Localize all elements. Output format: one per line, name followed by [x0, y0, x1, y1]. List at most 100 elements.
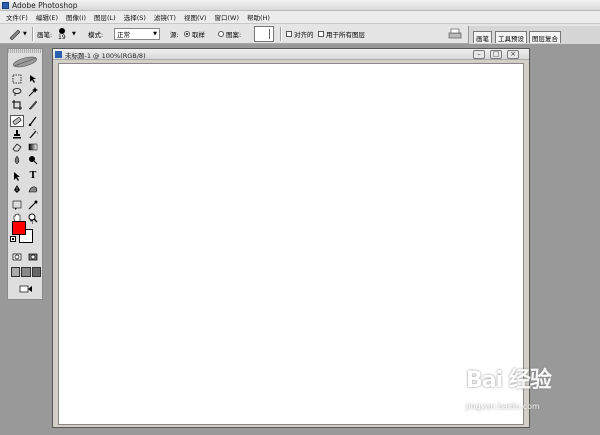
lasso-tool[interactable]	[10, 86, 24, 98]
eyedropper-tool[interactable]	[26, 199, 40, 211]
slice-tool[interactable]	[26, 99, 40, 111]
default-colors-icon[interactable]	[10, 236, 16, 242]
menu-edit[interactable]: 编辑(E)	[32, 12, 62, 22]
source-sampled-radio[interactable]: 取样	[184, 24, 205, 44]
path-arrow-icon	[14, 172, 20, 181]
menu-help[interactable]: 帮助(H)	[243, 12, 274, 22]
menu-file[interactable]: 文件(F)	[2, 12, 32, 22]
quick-mask-button[interactable]	[26, 251, 40, 263]
palette-tab-tool-presets[interactable]: 工具预设	[495, 31, 527, 43]
source-sampled-label: 取样	[192, 31, 205, 39]
document-title: 未标题-1 @ 100%(RGB/8)	[65, 52, 146, 60]
slice-knife-icon	[28, 100, 38, 110]
checkbox-box	[286, 31, 292, 37]
standard-mode-button[interactable]	[10, 251, 24, 263]
source-pattern-radio[interactable]: 图案:	[218, 24, 241, 44]
close-button[interactable]: ×	[507, 50, 519, 59]
toolbox-grip[interactable]	[8, 49, 42, 53]
menu-image[interactable]: 图像(I)	[62, 12, 90, 22]
quick-mask-icon	[28, 253, 38, 261]
minimize-button[interactable]: –	[473, 50, 485, 59]
foreground-color-swatch[interactable]	[12, 221, 26, 235]
title-bar: Adobe Photoshop	[0, 0, 600, 11]
pattern-picker[interactable]	[254, 26, 274, 42]
mode-select[interactable]: 正常 ▼	[114, 28, 160, 40]
imageready-icon	[19, 285, 32, 293]
blur-tool[interactable]	[10, 154, 24, 166]
aligned-label: 对齐的	[294, 31, 314, 39]
move-arrow-icon	[30, 75, 36, 83]
history-brush-icon	[29, 129, 38, 139]
brush-label: 画笔:	[37, 31, 53, 39]
paintbrush-icon	[28, 116, 37, 126]
eraser-icon	[12, 143, 22, 152]
all-layers-checkbox[interactable]: 用于所有图层	[318, 24, 365, 44]
aligned-checkbox[interactable]: 对齐的	[286, 24, 314, 44]
menu-bar: 文件(F) 编辑(E) 图像(I) 图层(L) 选择(S) 滤镜(T) 视图(V…	[0, 11, 600, 24]
dropdown-arrow-icon: ▼	[23, 31, 27, 37]
options-separator	[280, 27, 281, 41]
brush-picker[interactable]: 19	[58, 24, 66, 44]
shape-tool[interactable]	[26, 183, 40, 195]
magic-wand-tool[interactable]	[26, 86, 40, 98]
radio-indicator	[218, 31, 224, 37]
healing-brush-tool[interactable]	[10, 115, 24, 127]
screen-mode-group	[11, 267, 41, 277]
menu-select[interactable]: 选择(S)	[120, 12, 150, 22]
jump-to-imageready-button[interactable]	[17, 283, 35, 295]
document-window: 未标题-1 @ 100%(RGB/8) – □ ×	[52, 48, 530, 428]
magic-wand-icon	[28, 87, 38, 97]
watermark-url: jingyan.baidu.com	[466, 402, 540, 411]
document-icon	[55, 51, 62, 58]
water-drop-icon	[14, 155, 20, 165]
maximize-button[interactable]: □	[490, 50, 502, 59]
dodge-tool[interactable]	[26, 154, 40, 166]
brush-tool[interactable]	[26, 115, 40, 127]
path-selection-tool[interactable]	[10, 170, 24, 182]
history-brush-tool[interactable]	[26, 128, 40, 140]
file-browser-button[interactable]	[448, 24, 462, 44]
menu-view[interactable]: 视图(V)	[180, 12, 211, 22]
image-canvas[interactable]	[58, 63, 524, 425]
eraser-tool[interactable]	[10, 141, 24, 153]
notes-tool[interactable]	[10, 199, 24, 211]
toolbox: T ↰	[7, 48, 43, 300]
eyedropper-icon	[28, 200, 38, 210]
photoshop-app-icon	[2, 2, 9, 9]
marquee-tool[interactable]	[10, 73, 24, 85]
clone-stamp-tool[interactable]	[10, 128, 24, 140]
brush-size-value: 19	[58, 33, 66, 41]
radio-selected-indicator	[184, 31, 190, 37]
custom-shape-icon	[28, 186, 38, 193]
crop-tool[interactable]	[10, 99, 24, 111]
tool-preset-picker[interactable]: ▼	[8, 24, 27, 44]
palette-tab-brushes[interactable]: 画笔	[473, 31, 492, 43]
feather-logo-icon[interactable]	[11, 55, 39, 69]
screen-mode-full-menu-icon[interactable]	[21, 267, 31, 277]
menu-filter[interactable]: 滤镜(T)	[150, 12, 180, 22]
type-t-icon: T	[29, 171, 37, 181]
marquee-icon	[12, 74, 22, 84]
palette-well: 画笔 工具预设 图层复合	[468, 26, 600, 44]
type-tool[interactable]: T	[26, 170, 40, 182]
move-tool[interactable]	[26, 73, 40, 85]
dodge-icon	[29, 156, 38, 165]
menu-window[interactable]: 窗口(W)	[210, 12, 243, 22]
document-title-bar[interactable]: 未标题-1 @ 100%(RGB/8) – □ ×	[53, 49, 529, 60]
menu-layer[interactable]: 图层(L)	[90, 12, 120, 22]
watermark-logo: Bai 经验	[466, 368, 552, 393]
pen-tool[interactable]	[10, 183, 24, 195]
swap-colors-icon[interactable]: ↰	[29, 219, 34, 226]
screen-mode-standard-icon[interactable]	[11, 267, 21, 277]
screen-mode-full-icon[interactable]	[31, 267, 41, 277]
checkbox-box	[318, 31, 324, 37]
brush-picker-arrow-icon[interactable]: ▼	[72, 24, 76, 44]
source-pattern-label: 图案:	[226, 31, 242, 39]
healing-brush-icon	[9, 29, 21, 40]
source-label: 源:	[170, 31, 179, 39]
lasso-icon	[12, 88, 22, 96]
gradient-tool[interactable]	[26, 141, 40, 153]
all-layers-label: 用于所有图层	[326, 31, 365, 39]
baidu-watermark: Bai 经验 jingyan.baidu.com	[466, 362, 598, 432]
palette-tab-layer-comps[interactable]: 图层复合	[529, 31, 561, 43]
